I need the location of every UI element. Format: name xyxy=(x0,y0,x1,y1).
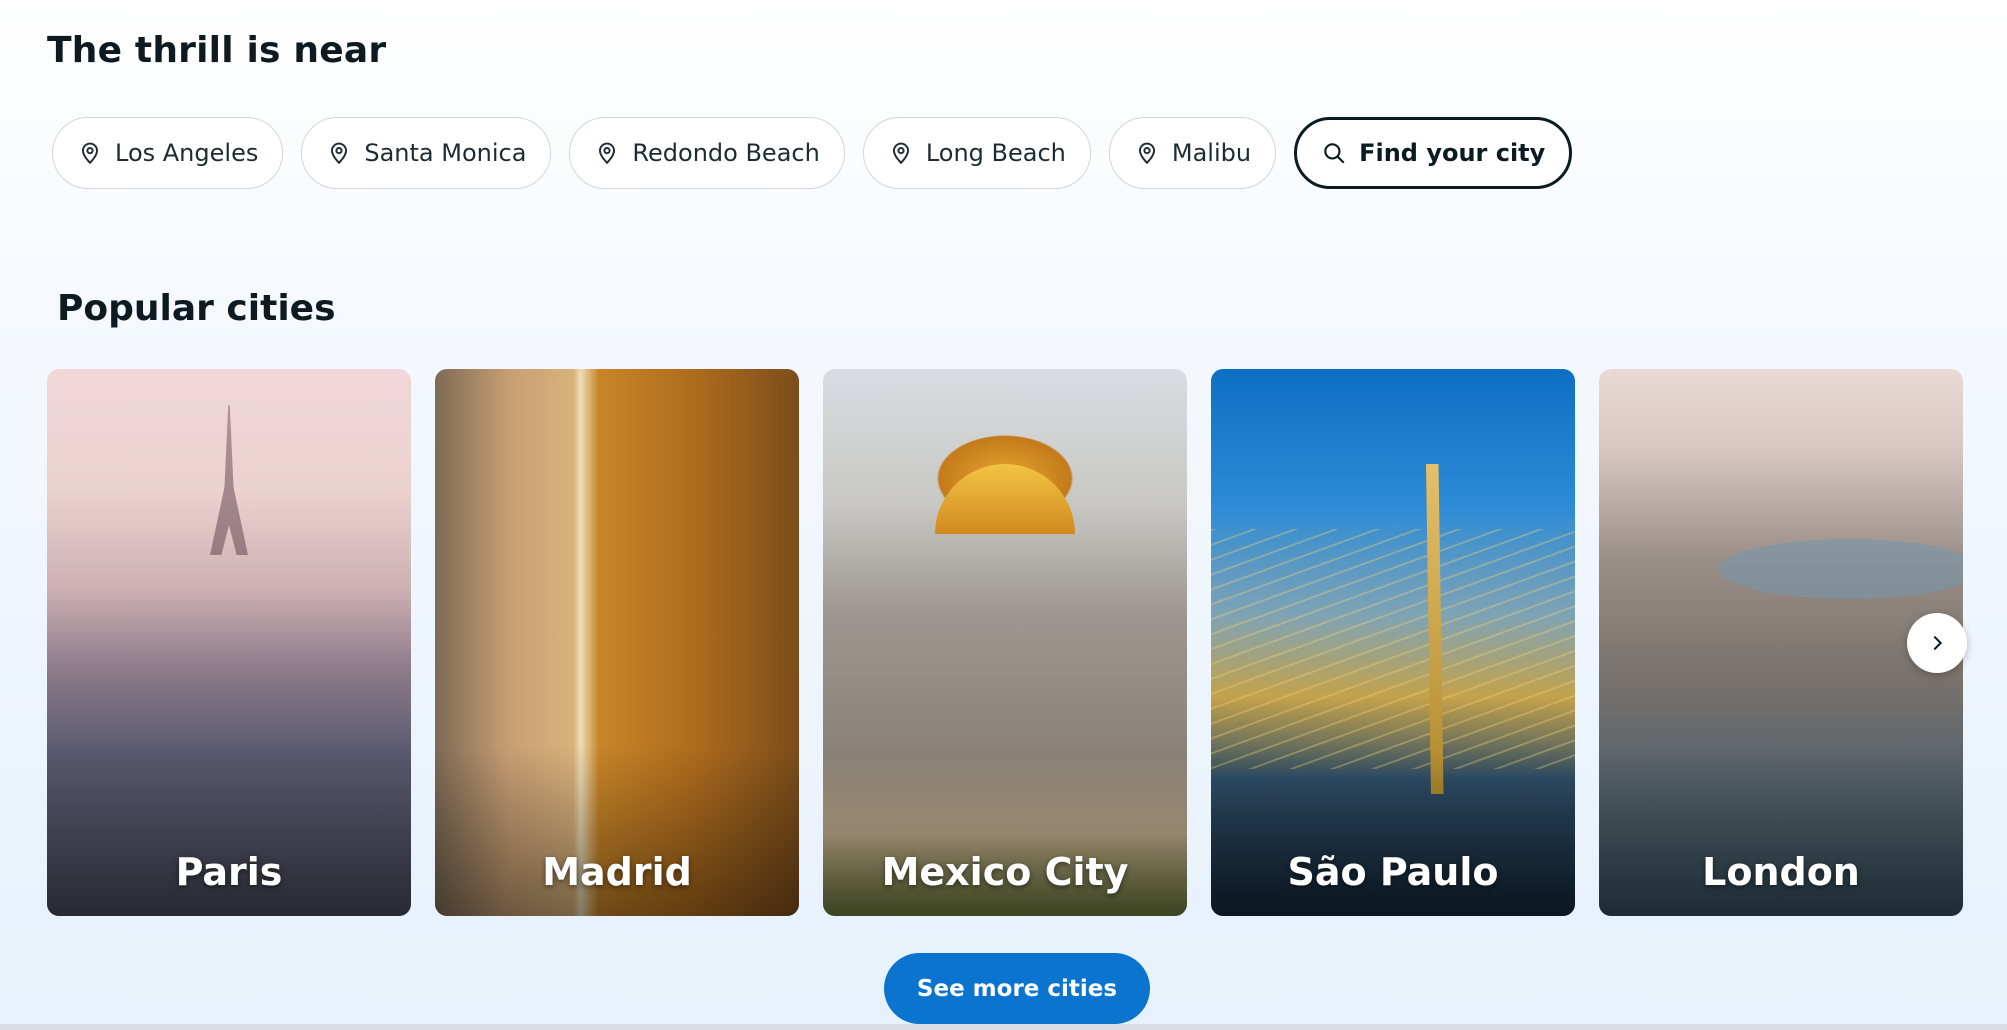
location-pin-icon xyxy=(81,142,99,165)
city-name: Paris xyxy=(175,850,283,894)
search-icon xyxy=(1324,143,1345,164)
see-more-cities-button[interactable]: See more cities xyxy=(884,953,1150,1024)
chip-malibu[interactable]: Malibu xyxy=(1108,117,1277,189)
chevron-right-icon xyxy=(1933,635,1943,651)
chip-santa-monica[interactable]: Santa Monica xyxy=(301,117,552,189)
city-image-paris xyxy=(47,369,411,916)
city-image-madrid xyxy=(435,369,799,916)
chip-long-beach[interactable]: Long Beach xyxy=(862,117,1091,189)
nearby-city-chips: Los Angeles Santa Monica Redondo Beach L… xyxy=(52,117,1573,189)
bridge-cables-shape xyxy=(1211,529,1575,769)
city-name: São Paulo xyxy=(1287,850,1499,894)
river-shape xyxy=(1719,539,1963,599)
palace-dome-shape xyxy=(935,464,1075,534)
location-pin-icon xyxy=(1138,142,1155,165)
city-image-mexico-city xyxy=(823,369,1187,916)
page-divider xyxy=(0,1024,2007,1030)
carousel-next-button[interactable] xyxy=(1907,613,1967,673)
location-pin-icon xyxy=(892,142,909,165)
city-image-sao-paulo xyxy=(1211,369,1575,916)
city-card-madrid[interactable]: Madrid xyxy=(435,369,799,916)
chip-los-angeles[interactable]: Los Angeles xyxy=(52,117,284,189)
section-title-popular: Popular cities xyxy=(57,288,336,329)
city-name: Mexico City xyxy=(881,850,1129,894)
city-card-mexico-city[interactable]: Mexico City xyxy=(823,369,1187,916)
location-pin-icon xyxy=(599,142,616,165)
chip-label: Long Beach xyxy=(925,139,1066,167)
find-your-city-label: Find your city xyxy=(1359,139,1546,167)
eiffel-tower-shape xyxy=(210,405,248,555)
city-card-paris[interactable]: Paris xyxy=(47,369,411,916)
chip-label: Malibu xyxy=(1171,139,1252,167)
chip-redondo-beach[interactable]: Redondo Beach xyxy=(569,117,845,189)
popular-cities-carousel: Paris Madrid Mexico City São Paulo Londo… xyxy=(47,369,1963,916)
chip-label: Redondo Beach xyxy=(632,139,820,167)
city-name: London xyxy=(1702,850,1860,894)
city-card-sao-paulo[interactable]: São Paulo xyxy=(1211,369,1575,916)
find-your-city-button[interactable]: Find your city xyxy=(1294,117,1573,189)
chip-label: Los Angeles xyxy=(115,139,259,167)
section-title-near: The thrill is near xyxy=(47,30,387,71)
location-pin-icon xyxy=(331,142,348,165)
chip-label: Santa Monica xyxy=(364,139,527,167)
city-name: Madrid xyxy=(542,850,692,894)
